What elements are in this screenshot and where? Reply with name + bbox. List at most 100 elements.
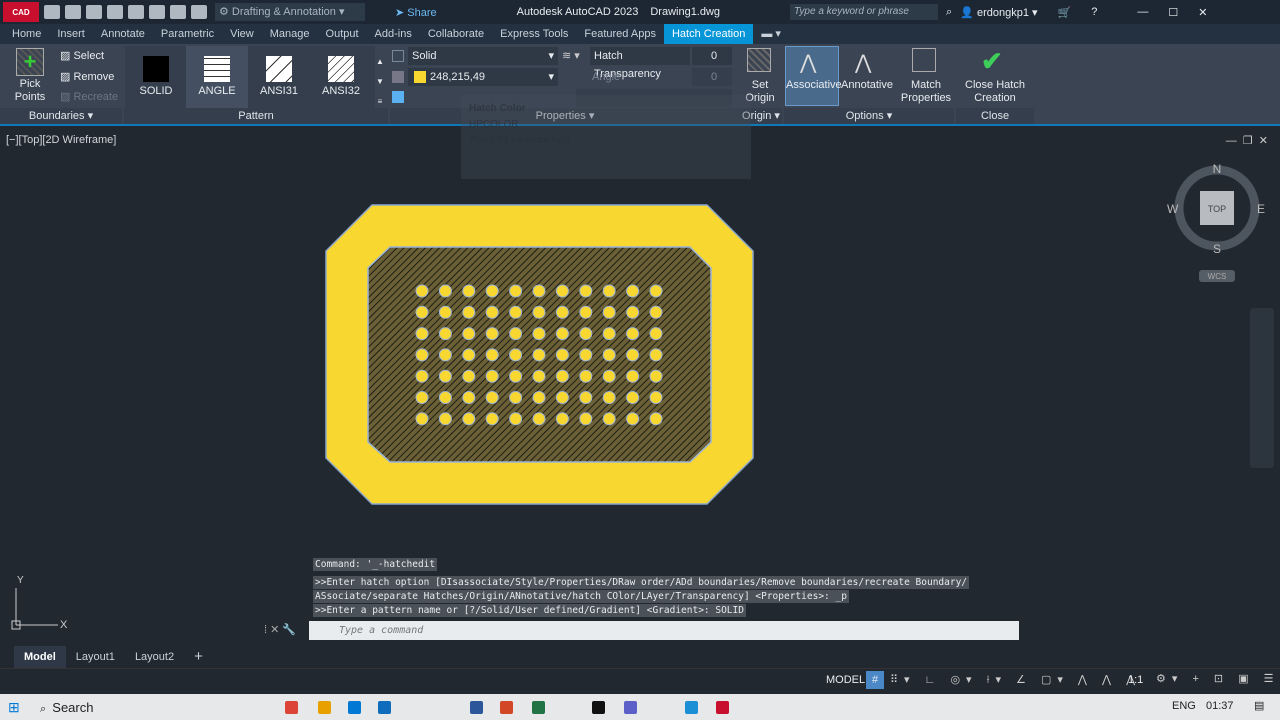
redo-icon[interactable] <box>191 5 207 19</box>
tab-manage[interactable]: Manage <box>262 24 318 44</box>
hatch-circle[interactable] <box>532 391 546 404</box>
hatch-circle[interactable] <box>415 327 429 341</box>
pattern-solid[interactable]: SOLID <box>130 85 182 98</box>
hatch-circle[interactable] <box>462 327 476 341</box>
hatch-circle[interactable] <box>438 327 452 341</box>
tab-hatch-creation[interactable]: Hatch Creation <box>663 24 754 44</box>
hatch-circle[interactable] <box>579 305 593 319</box>
model-space-button[interactable]: MODEL <box>826 674 865 686</box>
pattern-ansi32[interactable]: ANSI32 <box>315 85 367 98</box>
hatch-circle[interactable] <box>462 284 476 298</box>
hatch-circle[interactable] <box>485 305 499 319</box>
hatch-circle[interactable] <box>649 412 663 426</box>
hatch-circle[interactable] <box>415 284 429 298</box>
language-indicator[interactable]: ENG <box>1172 700 1196 712</box>
taskbar-search[interactable]: ⌕ Search <box>40 700 93 716</box>
word-icon[interactable] <box>470 701 483 714</box>
close-button[interactable]: ✕ <box>1198 6 1207 19</box>
mail-icon[interactable] <box>378 701 391 714</box>
tab-express-tools[interactable]: Express Tools <box>492 24 576 44</box>
edge-icon[interactable] <box>685 701 698 714</box>
hatch-circle[interactable] <box>579 369 593 383</box>
hatch-circle[interactable] <box>579 391 593 404</box>
angle-input[interactable]: 0 <box>692 68 732 86</box>
hatch-circle[interactable] <box>579 412 593 426</box>
hatch-circle[interactable] <box>462 369 476 383</box>
inner-hatch-region[interactable] <box>367 246 712 463</box>
open-icon[interactable] <box>65 5 81 19</box>
pick-points-icon[interactable]: + <box>16 48 44 76</box>
hatch-circle[interactable] <box>602 327 616 341</box>
annotation-scale[interactable]: 1:1 <box>1128 674 1143 686</box>
clock[interactable]: 01:37 <box>1206 700 1234 712</box>
hatch-circle[interactable] <box>532 369 546 383</box>
angle-pattern-icon[interactable] <box>204 56 230 82</box>
tab-insert[interactable]: Insert <box>49 24 93 44</box>
match-properties-button[interactable]: Match Properties <box>900 79 952 105</box>
hatch-circle[interactable] <box>438 412 452 426</box>
tab-layout2[interactable]: Layout2 <box>125 646 184 668</box>
hatch-color-dropdown[interactable]: 248,215,49 ▾ <box>408 68 558 86</box>
viewport-window-controls[interactable]: — ❐ ✕ <box>1226 134 1268 147</box>
hatch-circle[interactable] <box>649 369 663 383</box>
hatch-type-dropdown[interactable]: Solid ▾ <box>408 47 558 65</box>
hatch-circle[interactable] <box>438 369 452 383</box>
maximize-button[interactable]: ☐ <box>1168 6 1178 19</box>
hatch-circle[interactable] <box>555 348 569 362</box>
tab-add-ins[interactable]: Add-ins <box>367 24 420 44</box>
tab-annotate[interactable]: Annotate <box>93 24 153 44</box>
tab-model[interactable]: Model <box>14 646 66 668</box>
publish-icon[interactable] <box>128 5 144 19</box>
outer-hatch-boundary[interactable] <box>325 204 754 505</box>
hatch-circle[interactable] <box>509 305 523 319</box>
share-button[interactable]: ➤ Share <box>395 6 437 19</box>
tab-featured-apps[interactable]: Featured Apps <box>576 24 664 44</box>
status-settings[interactable]: ⚙▾ + ⊡ ▣ ☰ <box>1156 672 1280 685</box>
tab-parametric[interactable]: Parametric <box>153 24 222 44</box>
hatch-circle[interactable] <box>532 284 546 298</box>
hatch-circle[interactable] <box>602 284 616 298</box>
hatch-circle[interactable] <box>555 305 569 319</box>
hatch-circle[interactable] <box>438 348 452 362</box>
hatch-circle[interactable] <box>649 305 663 319</box>
hatch-circle[interactable] <box>532 305 546 319</box>
status-toggles[interactable]: ⠿▾ ∟ ◎▾ ⟊▾ ∠ ▢▾ ⋀ ⋀ ⋀ <box>890 673 1141 687</box>
hatch-circle[interactable] <box>602 305 616 319</box>
hatch-circle[interactable] <box>532 348 546 362</box>
tab-home[interactable]: Home <box>4 24 49 44</box>
layer-icon[interactable]: ≋ ▾ <box>562 49 580 62</box>
excel-icon[interactable] <box>532 701 545 714</box>
navigation-bar[interactable] <box>1250 308 1274 468</box>
hatch-circle[interactable] <box>602 369 616 383</box>
hatch-circle[interactable] <box>462 391 476 404</box>
viewcube[interactable]: TOP N S E W WCS <box>1167 162 1265 282</box>
hatch-circle[interactable] <box>579 327 593 341</box>
hatch-circle[interactable] <box>602 391 616 404</box>
hatch-circle[interactable] <box>415 348 429 362</box>
hatch-circle[interactable] <box>626 412 640 426</box>
app-logo[interactable]: CAD <box>3 2 39 22</box>
add-layout-button[interactable]: + <box>184 646 213 668</box>
set-origin-icon[interactable] <box>747 48 771 72</box>
hatch-circle[interactable] <box>602 348 616 362</box>
annotative-button[interactable]: Annotative <box>840 79 894 92</box>
hatch-circle[interactable] <box>415 305 429 319</box>
hatch-circle[interactable] <box>509 327 523 341</box>
hatch-circle[interactable] <box>485 369 499 383</box>
undo-icon[interactable] <box>170 5 186 19</box>
file-explorer-icon[interactable] <box>318 701 331 714</box>
hatch-circle[interactable] <box>555 327 569 341</box>
hatch-circle[interactable] <box>509 369 523 383</box>
hatch-circle[interactable] <box>438 305 452 319</box>
workspace-dropdown[interactable]: ⚙ Drafting & Annotation ▾ <box>215 3 365 21</box>
options-panel-label[interactable]: Options ▾ <box>784 108 954 124</box>
capcut-icon[interactable] <box>592 701 605 714</box>
select-button[interactable]: ▨ Select <box>60 50 104 63</box>
hatch-circle[interactable] <box>462 348 476 362</box>
tab-layout1[interactable]: Layout1 <box>66 646 125 668</box>
remove-button[interactable]: ▨ Remove <box>60 71 114 84</box>
hatch-circle[interactable] <box>509 391 523 404</box>
hatch-circle[interactable] <box>509 284 523 298</box>
windows-start-icon[interactable]: ⊞ <box>8 699 20 716</box>
hatch-circle[interactable] <box>626 305 640 319</box>
